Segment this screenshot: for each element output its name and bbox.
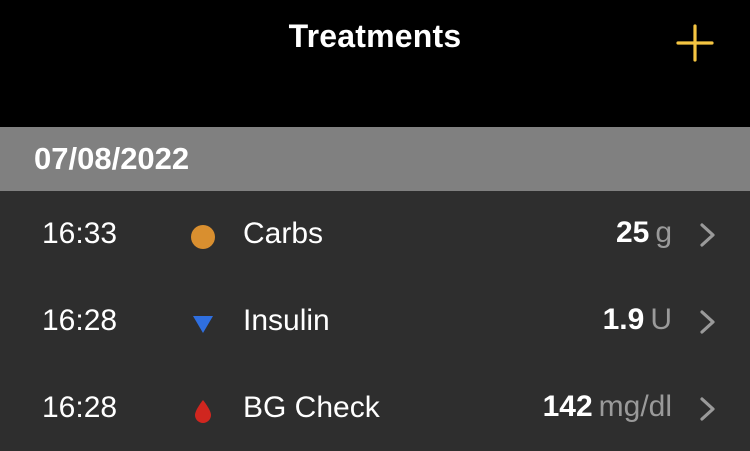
treatment-time: 16:33 bbox=[42, 217, 118, 250]
page-title: Treatments bbox=[288, 18, 462, 54]
date-section-header: 07/08/2022 bbox=[0, 127, 750, 191]
triangle-down-icon bbox=[190, 311, 216, 337]
add-treatment-button[interactable] bbox=[672, 20, 718, 66]
treatments-screen: Treatments 07/08/2022 16:33 Carbs 25 g 1… bbox=[0, 0, 750, 451]
treatment-time: 16:28 bbox=[42, 391, 118, 424]
plus-icon bbox=[676, 24, 714, 62]
treatment-list: 16:33 Carbs 25 g 16:28 Insulin 1.9 U 16:… bbox=[0, 191, 750, 451]
treatment-amount: 25 g bbox=[616, 216, 672, 250]
treatment-unit: mg/dl bbox=[598, 390, 672, 423]
treatment-value: 142 bbox=[542, 390, 593, 423]
treatment-row-insulin[interactable]: 16:28 Insulin 1.9 U bbox=[0, 278, 750, 365]
treatment-unit: U bbox=[650, 303, 672, 336]
navigation-bar: Treatments bbox=[0, 0, 750, 127]
treatment-row-bg-check[interactable]: 16:28 BG Check 142 mg/dl bbox=[0, 365, 750, 451]
treatment-amount: 142 mg/dl bbox=[543, 390, 672, 424]
treatment-amount: 1.9 U bbox=[603, 303, 672, 337]
treatment-value: 25 bbox=[615, 216, 650, 249]
treatment-row-carbs[interactable]: 16:33 Carbs 25 g bbox=[0, 191, 750, 278]
blood-drop-icon bbox=[190, 398, 216, 424]
treatment-type-label: Insulin bbox=[243, 304, 330, 337]
treatment-type-label: BG Check bbox=[243, 391, 380, 424]
section-date: 07/08/2022 bbox=[34, 141, 190, 176]
treatment-value: 1.9 bbox=[602, 303, 645, 336]
treatment-unit: g bbox=[655, 216, 672, 249]
chevron-right-icon bbox=[697, 396, 719, 422]
treatment-type-label: Carbs bbox=[243, 217, 324, 250]
chevron-right-icon bbox=[697, 222, 719, 248]
circle-dot-icon bbox=[190, 224, 216, 250]
treatment-time: 16:28 bbox=[42, 304, 118, 337]
chevron-right-icon bbox=[697, 309, 719, 335]
